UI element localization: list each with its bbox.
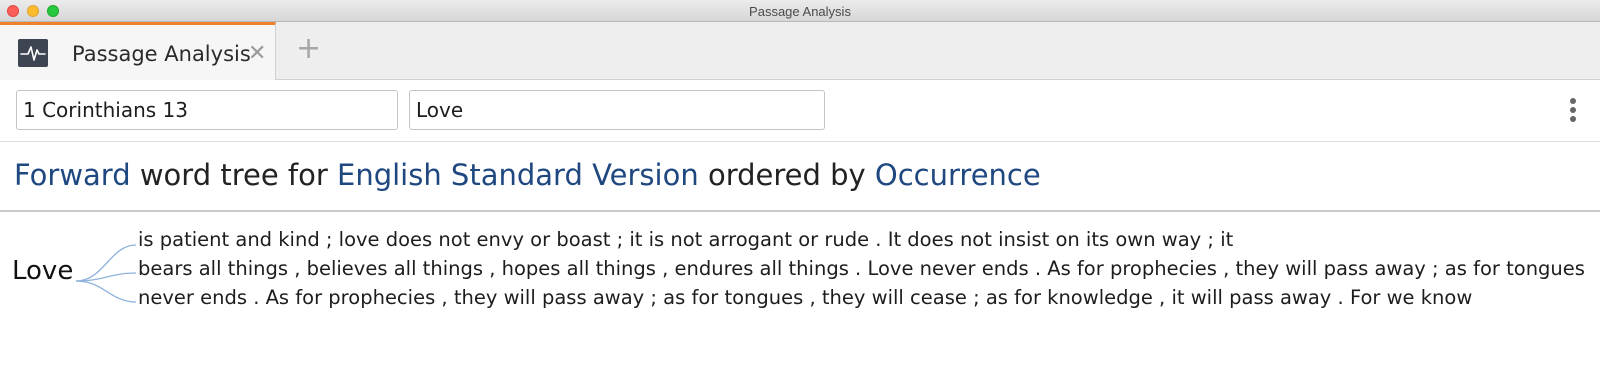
title-bar: Passage Analysis — [0, 0, 1600, 22]
heading-line: Forward word tree for English Standard V… — [14, 158, 1041, 192]
tab-strip: Passage Analysis ✕ + — [0, 22, 1600, 80]
direction-link[interactable]: Forward — [14, 158, 131, 192]
heading-text-1: word tree for — [139, 158, 328, 192]
word-input[interactable] — [409, 90, 825, 130]
heading-text-2: ordered by — [707, 158, 866, 192]
tab-close-icon[interactable]: ✕ — [248, 41, 266, 66]
tree-branch[interactable]: never ends . As for prophecies , they wi… — [138, 286, 1472, 309]
more-options-icon[interactable] — [1569, 98, 1577, 124]
reference-input[interactable] — [16, 90, 398, 130]
window-title: Passage Analysis — [749, 4, 851, 19]
tab-label: Passage Analysis — [72, 42, 251, 66]
order-link[interactable]: Occurrence — [875, 158, 1041, 192]
version-link[interactable]: English Standard Version — [337, 158, 699, 192]
word-tree: Love is patient and kind ; love does not… — [0, 212, 1600, 382]
word-tree-heading: Forward word tree for English Standard V… — [0, 142, 1600, 212]
tab-passage-analysis[interactable]: Passage Analysis ✕ — [0, 22, 276, 80]
tree-branch-lines — [75, 244, 137, 303]
new-tab-button[interactable]: + — [296, 34, 321, 64]
tree-root-word[interactable]: Love — [12, 256, 73, 286]
waveform-icon — [18, 39, 48, 67]
tree-branch[interactable]: is patient and kind ; love does not envy… — [138, 228, 1233, 251]
tree-branch[interactable]: bears all things , believes all things ,… — [138, 257, 1585, 280]
search-bar — [0, 80, 1600, 142]
